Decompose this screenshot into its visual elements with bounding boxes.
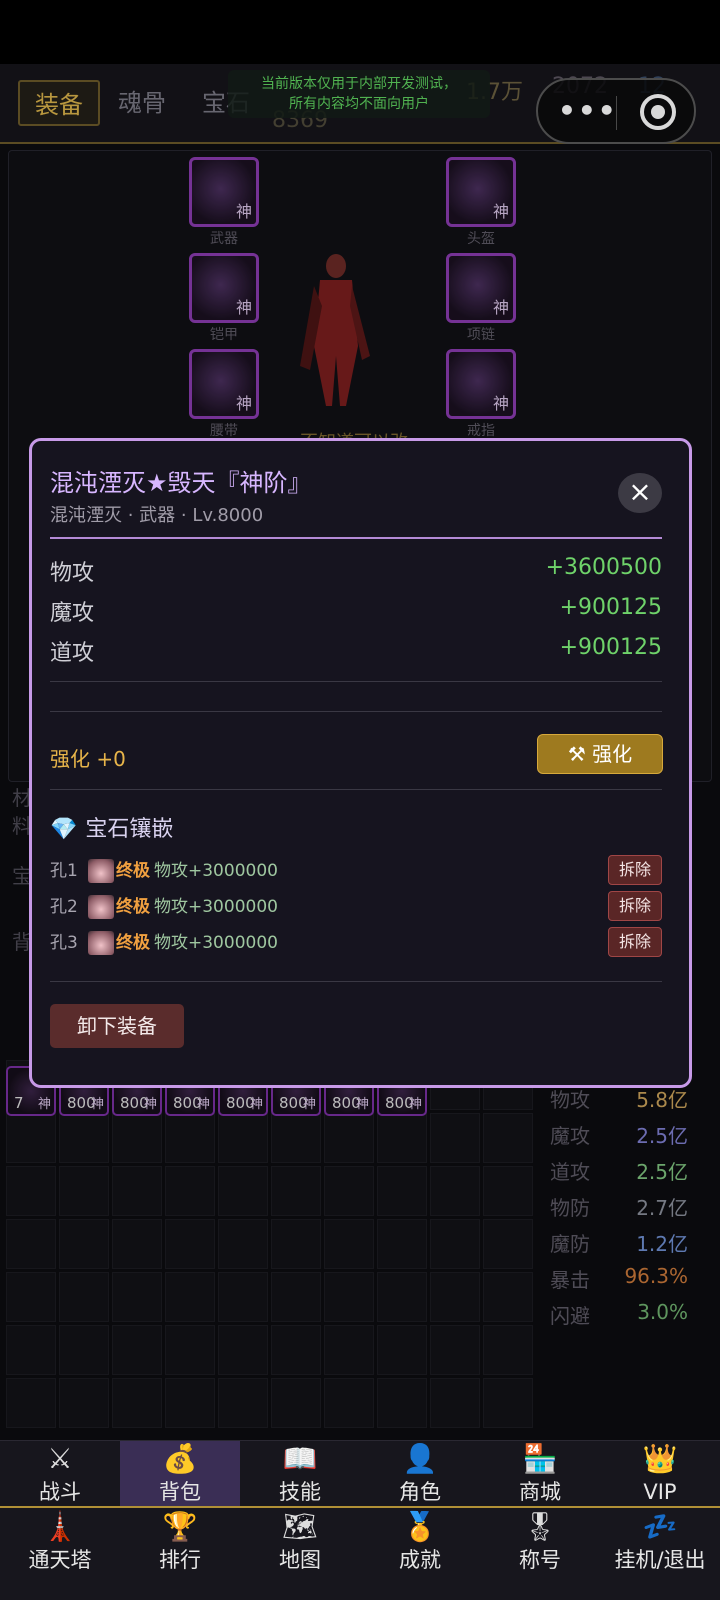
skills-icon: 📖 (282, 1442, 318, 1475)
bottom-nav: ⚔ 战斗 💰 背包 📖 技能 👤 角色 🏪 商城 👑 VIP 🗼 通天塔 🏆 排行 🗺 地图 🏅 成就 🎖 称号 💤 挂机/退… (0, 1440, 720, 1600)
nav-bag[interactable]: 💰 背包 (120, 1441, 240, 1507)
gem-hole-row: 孔2 终极 物攻+3000000 拆除 (50, 891, 662, 923)
attr-key: 魔攻 (50, 601, 95, 626)
battle-icon: ⚔ (47, 1442, 73, 1475)
gem-tier: 终极 (116, 933, 150, 953)
nav-label: 地图 (279, 1548, 321, 1572)
item-detail-modal: 混沌湮灭★毁天『神阶』 混沌湮灭 · 武器 · Lv.8000 × 物攻 +36… (29, 438, 692, 1088)
map-icon: 🗺 (282, 1510, 318, 1543)
nav-label: VIP (643, 1480, 677, 1504)
status-bar (0, 0, 720, 64)
title-divider (50, 537, 662, 539)
nav-label: 商城 (519, 1480, 561, 1504)
gem-hole-row: 孔3 终极 物攻+3000000 拆除 (50, 927, 662, 959)
hole-label: 孔3 (50, 933, 78, 953)
attr-key: 道攻 (50, 641, 95, 666)
shop-icon: 🏪 (522, 1442, 558, 1475)
nav-character[interactable]: 👤 角色 (360, 1441, 480, 1507)
nav-label: 挂机/退出 (614, 1548, 706, 1572)
gem-tier: 终极 (116, 861, 150, 881)
nav-label: 角色 (399, 1480, 441, 1504)
remove-gem-button[interactable]: 拆除 (608, 855, 662, 885)
enhance-level: 强化 +0 (50, 747, 126, 771)
title-icon: 🎖 (522, 1510, 558, 1543)
nav-divider (0, 1506, 720, 1508)
vip-icon: 👑 (642, 1442, 678, 1475)
gem-icon (88, 931, 114, 955)
gem-value: 物攻+3000000 (154, 897, 278, 917)
idle-exit-icon: 💤 (642, 1510, 678, 1543)
gem-section-title: 宝石镶嵌 (85, 817, 174, 842)
hole-label: 孔2 (50, 897, 78, 917)
divider (50, 789, 662, 790)
bag-icon: 💰 (162, 1442, 198, 1475)
character-icon: 👤 (402, 1442, 438, 1475)
gem-hole-row: 孔1 终极 物攻+3000000 拆除 (50, 855, 662, 887)
divider (50, 981, 662, 982)
nav-map[interactable]: 🗺 地图 (240, 1509, 360, 1575)
item-subtitle: 混沌湮灭 · 武器 · Lv.8000 (50, 505, 264, 526)
achievement-icon: 🏅 (402, 1510, 438, 1543)
nav-tower[interactable]: 🗼 通天塔 (0, 1509, 120, 1575)
gem-section-header: 💎 宝石镶嵌 (50, 811, 173, 843)
attr-value: +3600500 (545, 555, 662, 580)
nav-label: 背包 (159, 1480, 201, 1504)
divider (50, 711, 662, 712)
attr-value: +900125 (559, 635, 662, 660)
divider (50, 681, 662, 682)
remove-gem-button[interactable]: 拆除 (608, 891, 662, 921)
nav-label: 排行 (159, 1548, 201, 1572)
nav-vip[interactable]: 👑 VIP (600, 1441, 720, 1507)
enhance-button[interactable]: ⚒ 强化 (537, 734, 663, 774)
attr-key: 物攻 (50, 561, 95, 586)
nav-ranking[interactable]: 🏆 排行 (120, 1509, 240, 1575)
diamond-icon: 💎 (50, 817, 78, 842)
gem-tier: 终极 (116, 897, 150, 917)
tower-icon: 🗼 (42, 1510, 78, 1543)
nav-battle[interactable]: ⚔ 战斗 (0, 1441, 120, 1507)
gem-icon (88, 859, 114, 883)
close-icon[interactable]: × (618, 473, 662, 513)
nav-shop[interactable]: 🏪 商城 (480, 1441, 600, 1507)
gem-value: 物攻+3000000 (154, 861, 278, 881)
nav-label: 技能 (279, 1480, 321, 1504)
gem-value: 物攻+3000000 (154, 933, 278, 953)
nav-idle-exit[interactable]: 💤 挂机/退出 (600, 1509, 720, 1575)
nav-skills[interactable]: 📖 技能 (240, 1441, 360, 1507)
nav-label: 成就 (399, 1548, 441, 1572)
unequip-button[interactable]: 卸下装备 (50, 1004, 184, 1048)
item-title: 混沌湮灭★毁天『神阶』 (50, 469, 312, 497)
nav-achievement[interactable]: 🏅 成就 (360, 1509, 480, 1575)
ranking-icon: 🏆 (162, 1510, 198, 1543)
remove-gem-button[interactable]: 拆除 (608, 927, 662, 957)
hole-label: 孔1 (50, 861, 78, 881)
nav-label: 称号 (519, 1548, 561, 1572)
attr-value: +900125 (559, 595, 662, 620)
nav-label: 战斗 (39, 1480, 81, 1504)
nav-label: 通天塔 (28, 1548, 92, 1572)
nav-title[interactable]: 🎖 称号 (480, 1509, 600, 1575)
gem-icon (88, 895, 114, 919)
